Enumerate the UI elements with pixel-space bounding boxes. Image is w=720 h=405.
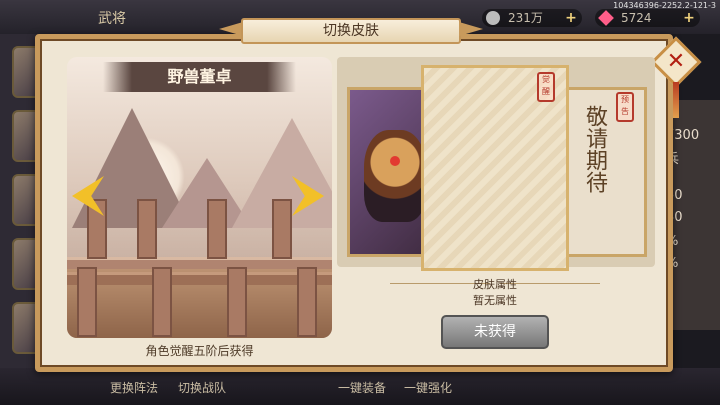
- courtyard-floor: [67, 257, 332, 338]
- skin-name: 野兽董卓: [167, 67, 232, 86]
- skin-name-banner: 野兽董卓: [103, 62, 296, 92]
- silver-coin-icon: [486, 11, 500, 25]
- railing-post: [297, 267, 317, 337]
- railing-post: [137, 199, 157, 259]
- railing-post: [227, 267, 247, 337]
- seal-preview: 预告: [616, 92, 634, 122]
- modal-title: 切换皮肤: [241, 18, 461, 44]
- build-id: 104346396-2252.2-121-3: [613, 1, 716, 10]
- page-title: 武将: [98, 11, 126, 27]
- tab-change-formation[interactable]: 更换阵法: [110, 379, 158, 396]
- skin-attr-title: 皮肤属性: [473, 278, 517, 291]
- silver-resource: 231万 +: [482, 9, 582, 27]
- close-icon[interactable]: ✕: [658, 44, 694, 80]
- railing-post: [77, 267, 97, 337]
- hero-portrait: [364, 130, 426, 222]
- skin-attr-value: 暂无属性: [473, 294, 517, 307]
- tab-auto-upgrade[interactable]: 一键强化: [404, 379, 452, 396]
- not-obtained-button[interactable]: 未获得: [441, 315, 549, 349]
- gem-resource: 5724 +: [595, 9, 700, 27]
- railing-post: [272, 199, 292, 259]
- gem-icon: [598, 10, 614, 26]
- gem-value: 5724: [621, 11, 652, 25]
- add-silver-button[interactable]: +: [564, 11, 578, 25]
- railing-post: [207, 199, 227, 259]
- add-gem-button[interactable]: +: [682, 11, 696, 25]
- seal-awaken: 觉醒: [537, 72, 555, 102]
- tab-auto-equip[interactable]: 一键装备: [338, 379, 386, 396]
- unlock-condition: 角色觉醒五阶后获得: [145, 344, 254, 358]
- hero-gem: [390, 156, 400, 166]
- railing-post: [152, 267, 172, 337]
- tassel-decoration: [673, 82, 679, 118]
- silver-value: 231万: [508, 11, 543, 25]
- coming-soon-text: 敬请期待: [582, 105, 607, 193]
- bottom-bar: 更换阵法 切换战队 一键装备 一键强化: [0, 368, 720, 405]
- skin-preview: [67, 57, 332, 338]
- railing-bottom: [67, 272, 332, 285]
- tab-switch-team[interactable]: 切换战队: [178, 379, 226, 396]
- modal-title-bar: 切换皮肤: [219, 18, 483, 48]
